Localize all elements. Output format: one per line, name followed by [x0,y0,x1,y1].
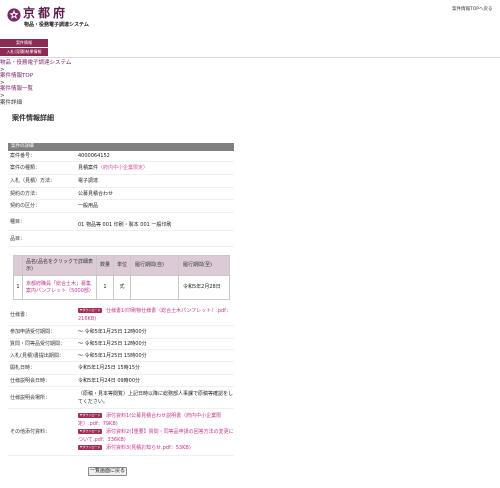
briefing-datetime-value: 令和5年1月24日 09時00分 [78,377,141,384]
download-arrow-icon [79,308,82,311]
download-icon[interactable]: ダウンロード [78,429,103,434]
logo-text: 京都府 [23,6,69,20]
cell-item-name: 京都府職員「総合土木」募集案内パンフレット（5000部） [22,275,97,300]
attachments-files: ダウンロード 添付資料1(公募見積合わせ説明書（府内中小企業限定）.pdf：79K… [78,412,234,452]
items-table-wrapper: 品名(品名をクリックで詳細表示) 数量 単位 履行期間(自) 履行期間(至) 1… [8,247,234,304]
case-type-label: 案件の種類： [10,165,41,171]
row-briefing-datetime: 仕様説明会日時： 令和5年1月24日 09時00分 [8,375,234,387]
question-period-label: 質問・同等品受付期間： [10,341,66,347]
breadcrumb-link-system[interactable]: 物品・役務電子調達システム [0,60,71,66]
breadcrumb: 物品・役務電子調達システム > 案件情報TOP > 案件情報一覧 > 案件詳細 [0,60,71,106]
item-name-link[interactable]: 京都府職員「総合土木」募集案内パンフレット（5000部） [26,281,94,294]
bid-method-value: 電子調達 [78,178,99,184]
download-badge-label: ダウンロード [82,413,101,417]
header-no [13,255,23,276]
contract-category-value: 一般用品 [78,203,99,209]
case-detail-panel: 案件の詳細 案件番号： 4000064152 案件の種類： 見積案件（府内中小企… [8,143,234,456]
cell-quantity: 1 [96,275,114,300]
submission-period-label: 入札(見積)書提出期間： [10,352,64,359]
download-icon[interactable]: ダウンロード [78,307,103,313]
row-case-type: 案件の種類： 見積案件（府内中小企業限定） [8,162,234,175]
attachment-file: ダウンロード 添付資料3(見積お知らせ.pdf：53KB) [78,444,234,452]
items-label: 品目： [10,235,26,242]
download-badge-label: ダウンロード [82,307,101,312]
specification-files: ダウンロード 仕様書1(印刷物仕様書（総合土木パンフレット）.pdf：216KB) [78,307,234,323]
attachment-file: ダウンロード 添付資料1(公募見積合わせ説明書（府内中小企業限定）.pdf：79K… [78,412,234,428]
download-badge-label: ダウンロード [82,445,101,449]
submission-period-value: 〜 令和5年1月25日 15時00分 [78,352,147,359]
tab-bid-results[interactable]: 入札(見積)結果情報 [0,47,48,56]
case-number-label: 案件番号： [10,153,36,159]
header-period-to: 履行期間(至) [178,255,230,276]
breadcrumb-separator: > [0,92,5,99]
case-type-text: 見積案件 [78,165,99,171]
briefing-place-value: （原稿・見本等閲覧）上記日時以降に総務部人事課で原稿等確認をしてください。 [78,390,234,405]
attachments-label: その他添付資料： [10,429,51,435]
system-name: 物品・役務電子調達システム [24,22,89,28]
case-type-value: 見積案件（府内中小企業限定） [78,164,234,172]
row-submission-period: 入札(見積)書提出期間： 〜 令和5年1月25日 15時00分 [8,350,234,362]
attachment-file: ダウンロード 添付資料2(【重要】質問・同等品申請の回答方法の変更について.pdf… [78,428,234,444]
breadcrumb-link-top[interactable]: 案件情報TOP [0,73,33,79]
header-divider [0,57,500,58]
header-unit: 単位 [113,255,131,276]
table-row: 1 京都府職員「総合土木」募集案内パンフレット（5000部） 1 式 令和5年2… [13,275,230,300]
cell-period-to: 令和5年2月28日 [178,275,230,300]
cell-no: 1 [13,275,23,300]
item-class-label: 種目： [10,218,26,225]
row-briefing-place: 仕様説明会場所： （原稿・見本等閲覧）上記日時以降に総務部人事課で原稿等確認をし… [8,387,234,409]
briefing-datetime-label: 仕様説明会日時： [10,377,51,384]
case-number-value: 4000064152 [78,153,110,159]
header-quantity: 数量 [96,255,114,276]
row-contract-method: 契約の方法： 公募見積合わせ [8,188,234,200]
contract-method-value: 公募見積合わせ [78,190,114,197]
cell-unit: 式 [113,275,131,300]
kyoto-prefecture-emblem-icon [7,7,21,22]
attachment-link-3[interactable]: 添付資料3(見積お知らせ.pdf：53KB) [106,445,191,451]
contract-method-label: 契約の方法： [10,190,41,197]
contract-category-label: 契約の区分： [10,203,41,209]
row-item-class: 種目： 01 物品等 001 印刷・製本 001 一般印刷 [8,213,234,231]
row-application-period: 参加申請受付期間： 〜 令和5年1月25日 12時00分 [8,326,234,339]
tab-case-info[interactable]: 案件情報 [0,39,48,47]
specification-file: ダウンロード 仕様書1(印刷物仕様書（総合土木パンフレット）.pdf：216KB) [78,307,234,323]
breadcrumb-link-list[interactable]: 案件情報一覧 [0,86,33,92]
row-bid-method: 入札（見積）方法： 電子調達 [8,175,234,188]
download-icon[interactable]: ダウンロード [78,413,103,418]
row-items: 品目： [8,231,234,247]
opening-datetime-value: 令和5年1月25日 15時15分 [78,365,141,371]
download-badge-label: ダウンロード [82,429,101,433]
cell-period-from [130,275,179,300]
download-icon[interactable]: ダウンロード [78,445,103,450]
item-class-value: 01 物品等 001 印刷・製本 001 一般印刷 [78,222,172,228]
row-contract-category: 契約の区分： 一般用品 [8,200,234,213]
back-to-list-button[interactable]: 一覧画面に戻る [88,467,127,476]
tab-menu: 案件情報 入札(見積)結果情報 [0,39,48,56]
opening-datetime-label: 開札日時： [10,365,36,371]
row-question-period: 質問・同等品受付期間： 〜 令和5年1月25日 12時00分 [8,339,234,350]
back-to-top-link[interactable]: 案件情報TOPへ戻る [452,7,493,13]
header-item-name: 品名(品名をクリックで詳細表示) [22,255,97,276]
application-period-label: 参加申請受付期間： [10,329,56,335]
bid-method-label: 入札（見積）方法： [10,178,56,184]
briefing-place-label: 仕様説明会場所： [10,394,51,401]
question-period-value: 〜 令和5年1月25日 12時00分 [78,341,147,347]
section-header: 案件の詳細 [8,143,234,151]
row-opening-datetime: 開札日時： 令和5年1月25日 15時15分 [8,362,234,375]
case-type-note: （府内中小企業限定） [98,165,149,171]
items-table: 品名(品名をクリックで詳細表示) 数量 単位 履行期間(自) 履行期間(至) 1… [13,255,230,300]
items-table-header: 品名(品名をクリックで詳細表示) 数量 単位 履行期間(自) 履行期間(至) [13,255,230,276]
row-case-number: 案件番号： 4000064152 [8,151,234,162]
header-period-from: 履行期間(自) [130,255,179,276]
row-attachments: その他添付資料： ダウンロード 添付資料1(公募見積合わせ説明書（府内中小企業限定… [8,409,234,456]
specification-label: 仕様書： [10,311,31,318]
page-title: 案件情報詳細 [12,114,54,122]
download-arrow-icon [79,446,82,448]
application-period-value: 〜 令和5年1月25日 12時00分 [78,329,147,335]
row-specification: 仕様書： ダウンロード 仕様書1(印刷物仕様書（総合土木パンフレット）.pdf：2… [8,304,234,326]
download-arrow-icon [79,430,82,432]
download-arrow-icon [79,414,82,416]
breadcrumb-current: 案件詳細 [0,99,23,106]
